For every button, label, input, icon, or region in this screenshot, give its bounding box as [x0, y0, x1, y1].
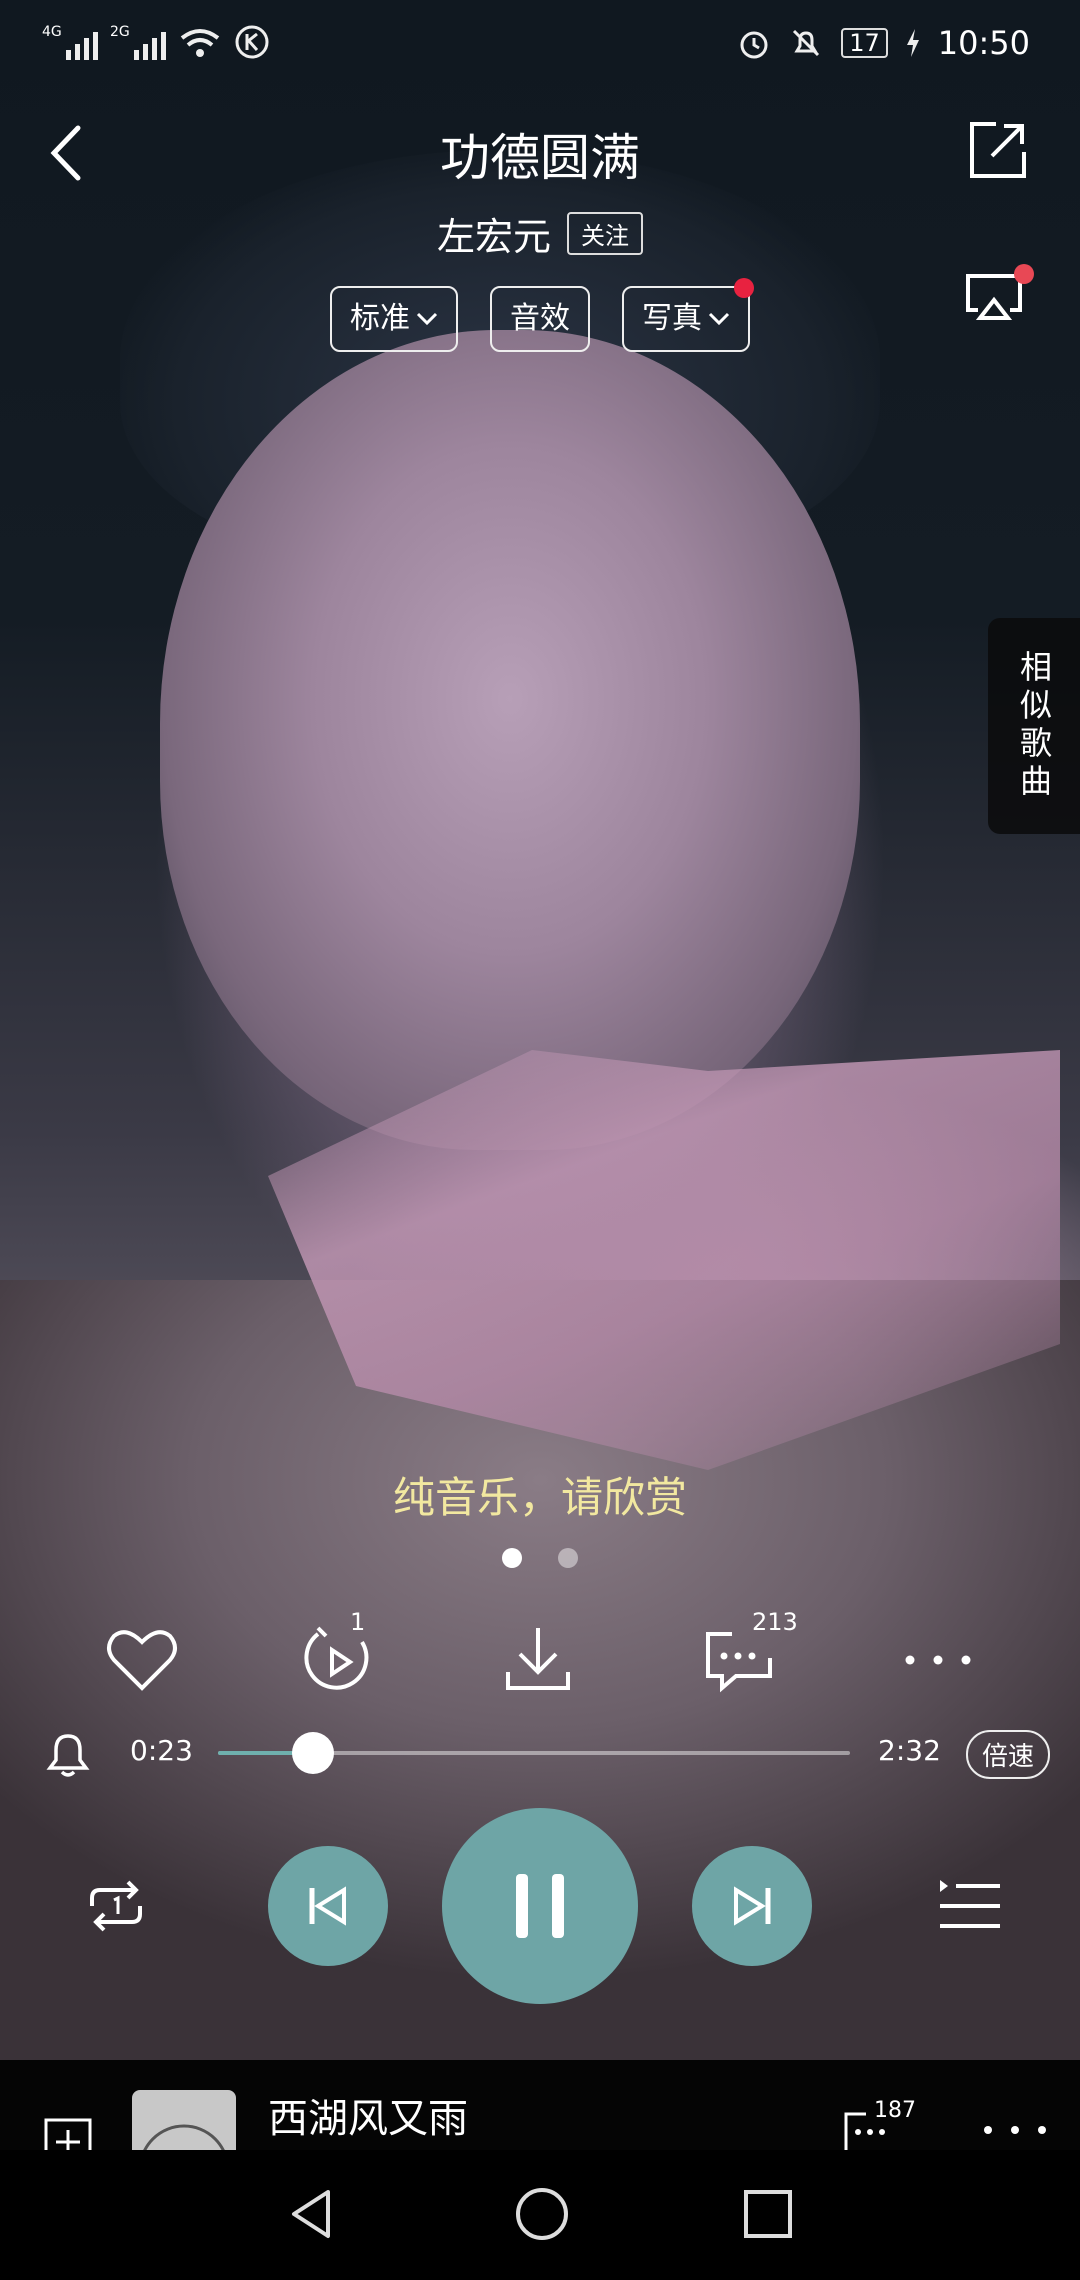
nav-home-icon[interactable] [514, 2186, 570, 2242]
similar-songs-label: 相似歌曲 [1015, 650, 1053, 802]
seek-bar[interactable] [218, 1732, 850, 1774]
system-nav-bar [0, 2150, 1080, 2280]
play-count-badge: 1 [350, 1608, 366, 1636]
seek-bar-thumb[interactable] [292, 1732, 335, 1774]
nav-recents-icon[interactable] [742, 2188, 794, 2240]
alarm-icon [740, 31, 768, 59]
quality-chips: 标准 音效 写真 [0, 278, 1080, 352]
charging-icon [906, 29, 919, 57]
vinyl-disc-icon [143, 2124, 225, 2150]
artist-row: 左宏元 关注 [0, 206, 1080, 261]
photo-mode-chip[interactable]: 写真 [622, 278, 754, 352]
action-row: 1 213 [0, 1608, 1080, 1700]
k-badge-icon [235, 25, 269, 59]
more-icon[interactable] [898, 1620, 978, 1700]
mini-album-cover [132, 2090, 236, 2150]
playback-controls [0, 1808, 1080, 2004]
page-dot [558, 1548, 578, 1568]
current-time: 0:23 [130, 1734, 193, 1767]
mute-bell-icon [793, 29, 820, 57]
skip-previous-icon [309, 1886, 346, 1926]
chip-label: 音效 [510, 301, 570, 336]
song-title: 功德圆满 [440, 129, 640, 187]
mini-more-icon[interactable] [980, 2120, 1050, 2140]
next-button[interactable] [692, 1846, 812, 1966]
add-icon[interactable] [44, 2118, 92, 2150]
playlist-icon[interactable] [934, 1870, 1006, 1942]
status-bar: 4G 2G 17 10:50 [0, 0, 1080, 90]
chevron-down-icon [416, 312, 438, 326]
photo-face-shape [160, 330, 860, 1150]
chip-label: 写真 [642, 301, 702, 336]
chevron-down-icon [708, 312, 730, 326]
download-icon[interactable] [498, 1620, 578, 1700]
wifi-icon [180, 29, 220, 57]
network-type-1: 4G [42, 24, 62, 40]
previous-button[interactable] [268, 1846, 388, 1966]
mini-comment-badge: 187 [874, 2098, 916, 2123]
signal-4g-icon: 4G [42, 24, 98, 60]
pause-icon [516, 1874, 564, 1938]
play-pause-button[interactable] [442, 1808, 638, 2004]
mini-player[interactable]: 西湖风又雨 187 [0, 2060, 1080, 2150]
mini-comments-button[interactable]: 187 [842, 2098, 916, 2150]
battery-level: 17 [841, 28, 888, 58]
page-indicator [0, 1548, 1080, 1568]
artist-name[interactable]: 左宏元 [437, 206, 551, 261]
share-icon[interactable] [966, 118, 1030, 182]
similar-songs-tab[interactable]: 相似歌曲 [988, 618, 1080, 834]
heart-icon[interactable] [102, 1620, 182, 1700]
signal-2g-icon: 2G [110, 24, 166, 60]
repeat-one-icon[interactable] [80, 1870, 152, 1942]
chip-label: 标准 [350, 301, 410, 336]
vinyl-play-icon [304, 1626, 369, 1690]
total-time: 2:32 [878, 1734, 941, 1767]
quality-standard-chip[interactable]: 标准 [330, 286, 458, 352]
comments-button[interactable]: 213 [700, 1608, 798, 1700]
progress-row: 0:23 2:32 倍速 [0, 1720, 1080, 1790]
skip-next-icon [734, 1886, 771, 1926]
follow-button[interactable]: 关注 [567, 212, 643, 255]
network-type-2: 2G [110, 24, 130, 40]
comment-count-badge: 213 [752, 1608, 798, 1636]
lyric-line: 纯音乐，请欣赏 [392, 1473, 687, 1522]
mini-song-title: 西湖风又雨 [268, 2096, 468, 2142]
play-count-button[interactable]: 1 [298, 1608, 378, 1700]
page-dot-active [502, 1548, 522, 1568]
clock: 10:50 [937, 24, 1030, 62]
sound-effect-chip[interactable]: 音效 [490, 286, 590, 352]
playback-speed-button[interactable]: 倍速 [965, 1730, 1050, 1779]
bell-icon[interactable] [44, 1728, 92, 1780]
cast-button[interactable] [962, 264, 1034, 330]
notification-dot [734, 278, 754, 298]
notification-dot [1014, 264, 1034, 284]
nav-back-icon[interactable] [284, 2186, 340, 2242]
